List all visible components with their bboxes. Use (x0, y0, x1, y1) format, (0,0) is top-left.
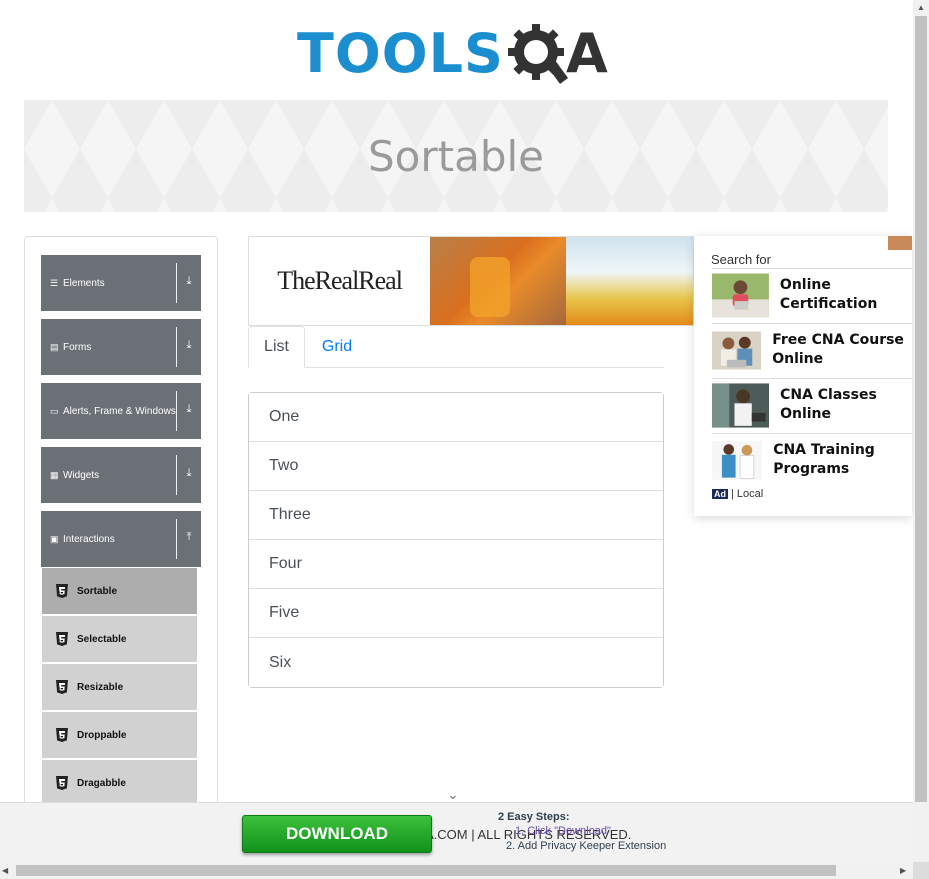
toolsqa-logo[interactable]: TOOLS A (297, 14, 627, 94)
chevron-down-icon[interactable]: ⌄ (447, 786, 459, 803)
divider (176, 263, 177, 303)
expand-icon: ⤓ (186, 403, 192, 415)
ad-link-label: Free CNA Course Online (772, 332, 904, 367)
sidebar: ☰ Elements ⤓ ▤ Forms ⤓ ▭ Alerts, Frame &… (24, 236, 218, 816)
ad-image-strip (888, 236, 912, 250)
list-item[interactable]: Three (249, 491, 663, 540)
html5-icon (56, 728, 68, 742)
vertical-scrollbar[interactable]: ▲ (913, 0, 929, 862)
sidebar-group-elements[interactable]: ☰ Elements ⤓ (41, 255, 201, 311)
logo-text-a: A (565, 22, 608, 85)
page-title: Sortable (368, 131, 544, 181)
expand-icon: ⤓ (186, 275, 192, 287)
scroll-left-icon[interactable]: ◀ (2, 862, 8, 879)
page-banner: Sortable (24, 100, 888, 212)
scrollbar-thumb[interactable] (915, 16, 927, 802)
sidebar-item-label: Droppable (77, 729, 127, 741)
ad-link-cna-classes[interactable]: CNA Classes Online (712, 378, 912, 431)
ad-image-jacket (430, 237, 566, 325)
sidebar-group-forms[interactable]: ▤ Forms ⤓ (41, 319, 201, 375)
sidebar-group-label: Elements (63, 277, 105, 289)
list-item[interactable]: Six (249, 638, 663, 687)
html5-icon (56, 776, 68, 790)
steps-title: 2 Easy Steps: (498, 811, 570, 823)
list-item[interactable]: Two (249, 442, 663, 491)
list-item[interactable]: One (249, 393, 663, 442)
divider (176, 455, 177, 495)
ad-link-cna-training[interactable]: CNA Training Programs (712, 433, 912, 486)
sidebar-group-label: Widgets (63, 469, 100, 481)
download-ad-bar: A.COM | ALL RIGHTS RESERVED. DOWNLOAD 2 … (0, 802, 913, 862)
sidebar-item-dragabble[interactable]: Dragabble (42, 760, 197, 806)
ad-footer: Ad | Local (712, 488, 763, 500)
html5-icon (56, 680, 68, 694)
step-2: 2. Add Privacy Keeper Extension (506, 840, 667, 852)
sidebar-item-label: Dragabble (77, 777, 126, 789)
ad-footer-label: | Local (731, 488, 764, 500)
sidebar-group-interactions[interactable]: ▣ Interactions ⤒ (41, 511, 201, 567)
sidebar-item-resizable[interactable]: Resizable (42, 664, 197, 710)
tab-list[interactable]: List (248, 326, 305, 368)
ad-thumbnail (712, 273, 769, 317)
sidebar-group-alerts[interactable]: ▭ Alerts, Frame & Windows ⤓ (41, 383, 201, 439)
sidebar-group-widgets[interactable]: ▦ Widgets ⤓ (41, 447, 201, 503)
divider (176, 327, 177, 367)
horizontal-scrollbar[interactable]: ◀ ▶ (0, 862, 929, 879)
ad-link-free-cna-course[interactable]: Free CNA Course Online (712, 323, 912, 376)
ad-image-bag (565, 237, 693, 325)
sidebar-group-label: Alerts, Frame & Windows (63, 405, 176, 417)
ad-link-label: CNA Training Programs (773, 442, 875, 477)
divider (176, 519, 177, 559)
html5-icon (56, 632, 68, 646)
ad-banner-therealreal[interactable]: TheRealReal (248, 236, 694, 326)
scrollbar-corner (913, 862, 929, 879)
step-1: 1. Click "Download" (515, 825, 611, 837)
sidebar-group-label: Interactions (63, 533, 115, 545)
logo-text-tools: TOOLS (297, 22, 504, 85)
ad-thumbnail (712, 382, 770, 428)
side-ad-panel: Search for Online Certification Free CNA… (694, 236, 912, 516)
form-icon: ▤ (50, 341, 59, 352)
ad-badge[interactable]: Ad (712, 489, 728, 499)
tab-bar: List Grid (248, 326, 664, 368)
ad-search-label: Search for (711, 252, 771, 267)
expand-icon: ⤓ (186, 467, 192, 479)
sidebar-item-label: Resizable (77, 681, 124, 693)
sidebar-item-label: Sortable (77, 585, 118, 597)
ad-link-online-certification[interactable]: Online Certification (712, 268, 912, 321)
ad-thumbnail (712, 330, 762, 370)
expand-icon: ⤓ (186, 339, 192, 351)
list-item[interactable]: Five (249, 589, 663, 638)
tab-grid[interactable]: Grid (308, 326, 366, 368)
grid-icon: ▦ (50, 469, 59, 480)
ad-link-label: CNA Classes Online (780, 387, 877, 422)
ad-thumbnail (712, 440, 763, 480)
scrollbar-thumb[interactable] (16, 865, 836, 876)
html5-icon (56, 584, 68, 598)
sidebar-item-sortable[interactable]: Sortable (42, 568, 197, 614)
interaction-icon: ▣ (50, 533, 59, 544)
sortable-list: One Two Three Four Five Six (248, 392, 664, 688)
list-item[interactable]: Four (249, 540, 663, 589)
sidebar-item-selectable[interactable]: Selectable (42, 616, 197, 662)
sidebar-item-droppable[interactable]: Droppable (42, 712, 197, 758)
gear-q-icon (506, 22, 570, 86)
download-button[interactable]: DOWNLOAD (242, 815, 432, 853)
ad-brand-logo: TheRealReal (249, 237, 431, 325)
collapse-icon: ⤒ (186, 531, 192, 543)
window-icon: ▭ (50, 405, 59, 416)
scroll-right-icon[interactable]: ▶ (900, 862, 906, 879)
sidebar-group-label: Forms (63, 341, 92, 353)
sidebar-item-label: Selectable (77, 633, 127, 645)
list-icon: ☰ (50, 277, 59, 288)
divider (176, 391, 177, 431)
scroll-up-icon[interactable]: ▲ (913, 0, 929, 16)
ad-link-label: Online Certification (779, 277, 878, 312)
